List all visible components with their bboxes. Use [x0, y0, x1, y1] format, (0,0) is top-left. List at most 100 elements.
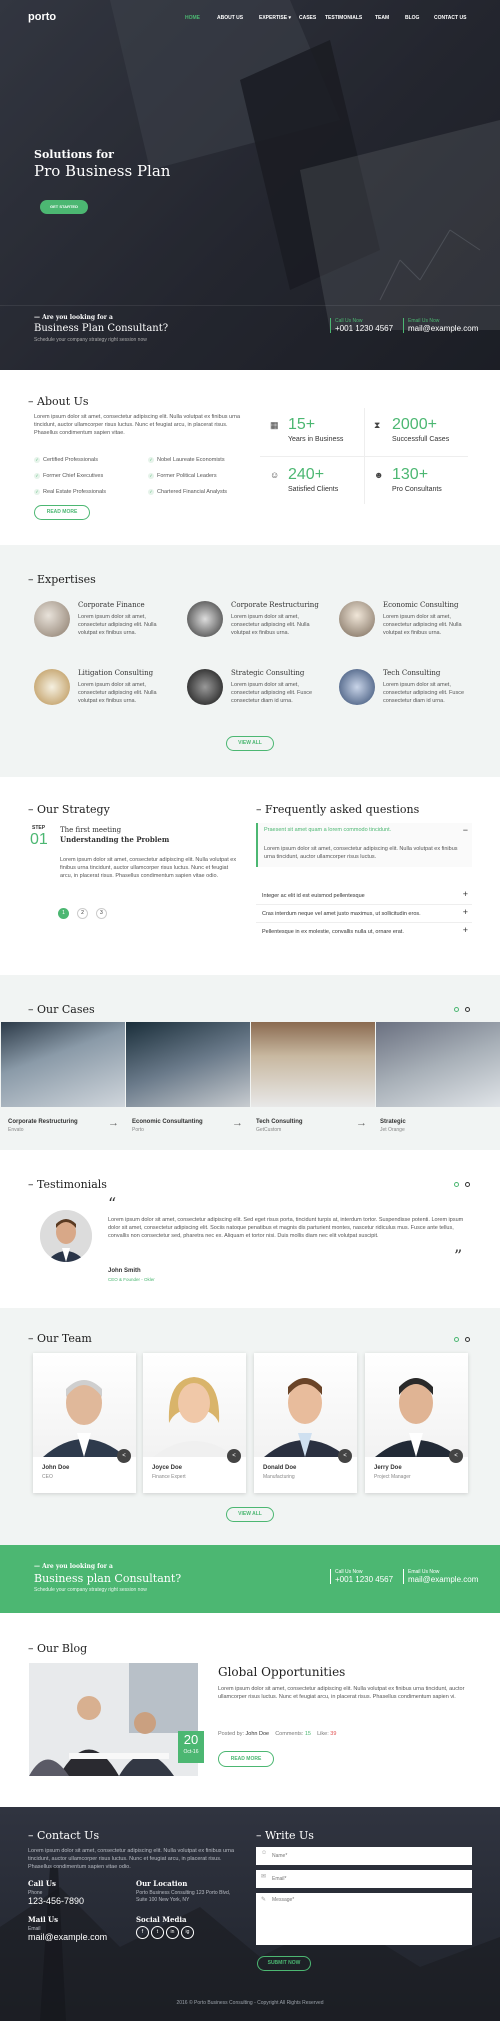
page-dot[interactable]: 1 — [58, 908, 69, 919]
case-image[interactable] — [1, 1022, 125, 1107]
carousel-dot[interactable] — [464, 1007, 470, 1012]
share-icon[interactable]: < — [117, 1449, 131, 1463]
nav-team[interactable]: TEAM — [375, 15, 405, 21]
quote-open-icon: “ — [108, 1194, 117, 1213]
hero-title: Pro Business Plan — [34, 162, 171, 180]
check-icon: ✓ — [34, 473, 40, 479]
hourglass-icon: ⧗ — [374, 420, 381, 430]
linkedin-icon[interactable]: in — [166, 1926, 179, 1939]
nav-blog[interactable]: BLOG — [405, 15, 434, 21]
case-caption[interactable]: Economic Consultanting Porto → — [132, 1117, 250, 1133]
testimonial-role: CEO & Founder - Okler — [108, 1277, 155, 1282]
hero-cta-sub: Schedule your company strategy right ses… — [34, 337, 147, 343]
location-title: Our Location — [136, 1879, 188, 1888]
contact-email[interactable]: mail@example.com — [28, 1932, 107, 1942]
hero-section: porto HOME ABOUT US EXPERTISE ▾ CASES TE… — [0, 0, 500, 370]
get-started-button[interactable]: GET STARTED — [40, 200, 88, 214]
cta-section: — Are you looking for a Business plan Co… — [0, 1545, 500, 1613]
nav-expertise[interactable]: EXPERTISE ▾ — [259, 15, 299, 21]
corporate-finance-image — [34, 601, 70, 637]
list-item: ✓ Chartered Financial Analysts — [148, 489, 228, 495]
mail-title: Mail Us — [28, 1915, 59, 1924]
expertises-section: – Expertises Corporate Finance Lorem ips… — [0, 545, 500, 777]
carousel-dot[interactable] — [454, 1007, 459, 1012]
facebook-icon[interactable]: f — [136, 1926, 149, 1939]
team-member-card[interactable]: < John Doe CEO — [33, 1353, 136, 1493]
nav-contact[interactable]: CONTACT US — [434, 15, 474, 21]
page-dot[interactable]: 3 — [95, 908, 107, 919]
faq-item[interactable]: Integer ac elit id est euismod pellentes… — [256, 889, 472, 905]
case-image[interactable] — [251, 1022, 375, 1107]
carousel-dot[interactable] — [454, 1337, 459, 1342]
user-icon: ☺ — [261, 1850, 268, 1856]
carousel-dots — [454, 1007, 470, 1014]
team-view-all-button[interactable]: VIEW ALL — [226, 1507, 274, 1522]
submit-button[interactable]: SUBMIT NOW — [257, 1956, 311, 1971]
member-photo — [365, 1353, 468, 1457]
logo[interactable]: porto — [28, 11, 56, 23]
hero-email: Email Us Now mail@example.com — [403, 318, 478, 333]
member-photo — [143, 1353, 246, 1457]
cta-email-value[interactable]: mail@example.com — [408, 1575, 478, 1584]
footer: 2016 © Porto Business Consulting - Copyr… — [0, 2000, 500, 2006]
name-input[interactable] — [256, 1847, 472, 1865]
nav-testimonials[interactable]: TESTIMONIALS — [325, 15, 375, 21]
nav-home[interactable]: HOME — [185, 15, 217, 21]
social-icons: f t in ig — [136, 1926, 196, 1939]
list-item: ✓ Certified Professionals — [34, 457, 99, 463]
calendar-icon: ▦ — [270, 420, 279, 430]
date-badge: 20 Oct-16 — [178, 1731, 204, 1763]
contact-phone[interactable]: 123-456-7890 — [28, 1896, 84, 1906]
blog-read-more-button[interactable]: READ MORE — [218, 1751, 274, 1767]
case-caption[interactable]: Corporate Restructuring Envato → — [8, 1117, 126, 1133]
case-caption[interactable]: Tech Consulting GetCustom → — [256, 1117, 374, 1133]
expertises-view-all-button[interactable]: VIEW ALL — [226, 736, 274, 751]
post-text: Lorem ipsum dolor sit amet, consectetur … — [218, 1686, 465, 1700]
arrow-right-icon: → — [232, 1117, 243, 1129]
share-icon[interactable]: < — [449, 1449, 463, 1463]
twitter-icon[interactable]: t — [151, 1926, 164, 1939]
share-icon[interactable]: < — [338, 1449, 352, 1463]
plus-icon: + — [462, 889, 468, 899]
contact-title: – Contact Us — [28, 1829, 100, 1842]
cta-email: Email Us Now mail@example.com — [403, 1569, 478, 1584]
about-text: Lorem ipsum dolor sit amet, consectetur … — [34, 414, 241, 436]
carousel-dot[interactable] — [464, 1337, 470, 1342]
message-textarea[interactable] — [256, 1893, 472, 1945]
faq-item[interactable]: Pellentesque in ex molestie, convallis n… — [256, 925, 472, 941]
member-photo — [254, 1353, 357, 1457]
about-read-more-button[interactable]: READ MORE — [34, 505, 90, 520]
footer-copyright: 2016 © Porto Business Consulting - Copyr… — [176, 2000, 324, 2006]
email-input[interactable] — [256, 1870, 472, 1888]
faq-item[interactable]: Cras interdum neque vel amet justo maxim… — [256, 907, 472, 923]
post-title[interactable]: Global Opportunities — [218, 1665, 345, 1679]
minus-icon: − — [462, 825, 468, 835]
faq-open-item[interactable]: Praesent sit amet quam a lorem commodo t… — [256, 823, 472, 867]
blog-title: – Our Blog — [28, 1642, 88, 1655]
cta-call-value[interactable]: +001 1230 4567 — [335, 1575, 393, 1584]
case-image[interactable] — [376, 1022, 500, 1107]
carousel-dot[interactable] — [454, 1182, 459, 1187]
team-member-card[interactable]: < Jerry Doe Project Manager — [365, 1353, 468, 1493]
cases-section: – Our Cases Corporate Restructuring Enva… — [0, 975, 500, 1150]
case-caption[interactable]: Strategic Jet Orange — [380, 1119, 490, 1133]
hero-email-value[interactable]: mail@example.com — [408, 324, 478, 333]
carousel-dot[interactable] — [464, 1182, 470, 1187]
case-image[interactable] — [126, 1022, 250, 1107]
main-nav: HOME ABOUT US EXPERTISE ▾ CASES TESTIMON… — [185, 15, 474, 21]
check-icon: ✓ — [148, 489, 154, 495]
share-icon[interactable]: < — [227, 1449, 241, 1463]
team-member-card[interactable]: < Donald Doe Manufacturing — [254, 1353, 357, 1493]
team-member-card[interactable]: < Joyce Doe Finance Expert — [143, 1353, 246, 1493]
blog-image[interactable] — [29, 1663, 198, 1776]
nav-cases[interactable]: CASES — [299, 15, 325, 21]
testimonial-quote: Lorem ipsum dolor sit amet, consectetur … — [108, 1217, 464, 1239]
nav-about[interactable]: ABOUT US — [217, 15, 259, 21]
instagram-icon[interactable]: ig — [181, 1926, 194, 1939]
economic-consulting-image — [339, 601, 375, 637]
faq-title: – Frequently asked questions — [256, 803, 420, 816]
page-dot[interactable]: 2 — [76, 908, 88, 919]
carousel-dots — [454, 1182, 470, 1189]
hero-call-value[interactable]: +001 1230 4567 — [335, 324, 393, 333]
plus-icon: + — [462, 925, 468, 935]
